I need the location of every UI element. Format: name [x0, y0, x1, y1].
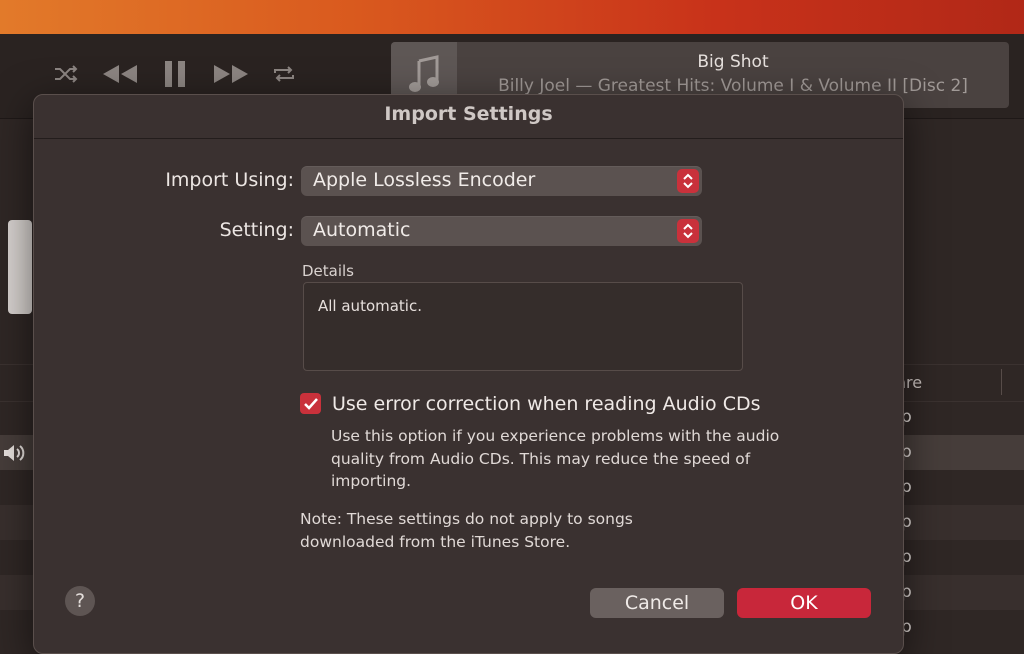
setting-value: Automatic	[313, 219, 411, 241]
repeat-icon[interactable]	[270, 58, 298, 90]
now-playing-title: Big Shot	[697, 52, 769, 72]
shuffle-icon[interactable]	[52, 58, 80, 90]
sidebar-handle[interactable]	[8, 220, 32, 314]
rewind-icon[interactable]	[100, 58, 140, 90]
now-playing-subtitle: Billy Joel — Greatest Hits: Volume I & V…	[498, 76, 968, 96]
cancel-button[interactable]: Cancel	[590, 588, 724, 618]
column-divider	[1001, 369, 1002, 395]
setting-label: Setting:	[219, 219, 294, 241]
import-using-value: Apple Lossless Encoder	[313, 169, 536, 191]
details-textbox: All automatic.	[303, 282, 743, 371]
checkmark-icon	[304, 398, 318, 410]
error-correction-label[interactable]: Use error correction when reading Audio …	[332, 393, 760, 415]
import-using-label: Import Using:	[165, 169, 294, 191]
speaker-icon	[2, 443, 28, 467]
error-correction-checkbox[interactable]	[300, 393, 321, 414]
dialog-title: Import Settings	[384, 103, 553, 125]
setting-popup[interactable]: Automatic	[301, 216, 702, 246]
chevron-up-down-icon	[677, 219, 699, 243]
pause-icon[interactable]	[162, 58, 188, 90]
details-text: All automatic.	[318, 297, 422, 315]
details-label: Details	[302, 262, 355, 280]
title-divider	[34, 138, 903, 139]
desktop-background	[0, 0, 1024, 34]
chevron-up-down-icon	[677, 169, 699, 193]
fast-forward-icon[interactable]	[211, 58, 251, 90]
help-button[interactable]: ?	[65, 586, 95, 616]
import-settings-dialog: Import Settings Import Using: Apple Loss…	[33, 94, 904, 654]
import-using-popup[interactable]: Apple Lossless Encoder	[301, 166, 702, 196]
error-correction-help: Use this option if you experience proble…	[331, 427, 780, 490]
settings-note: Note: These settings do not apply to son…	[300, 510, 633, 551]
ok-button[interactable]: OK	[737, 588, 871, 618]
